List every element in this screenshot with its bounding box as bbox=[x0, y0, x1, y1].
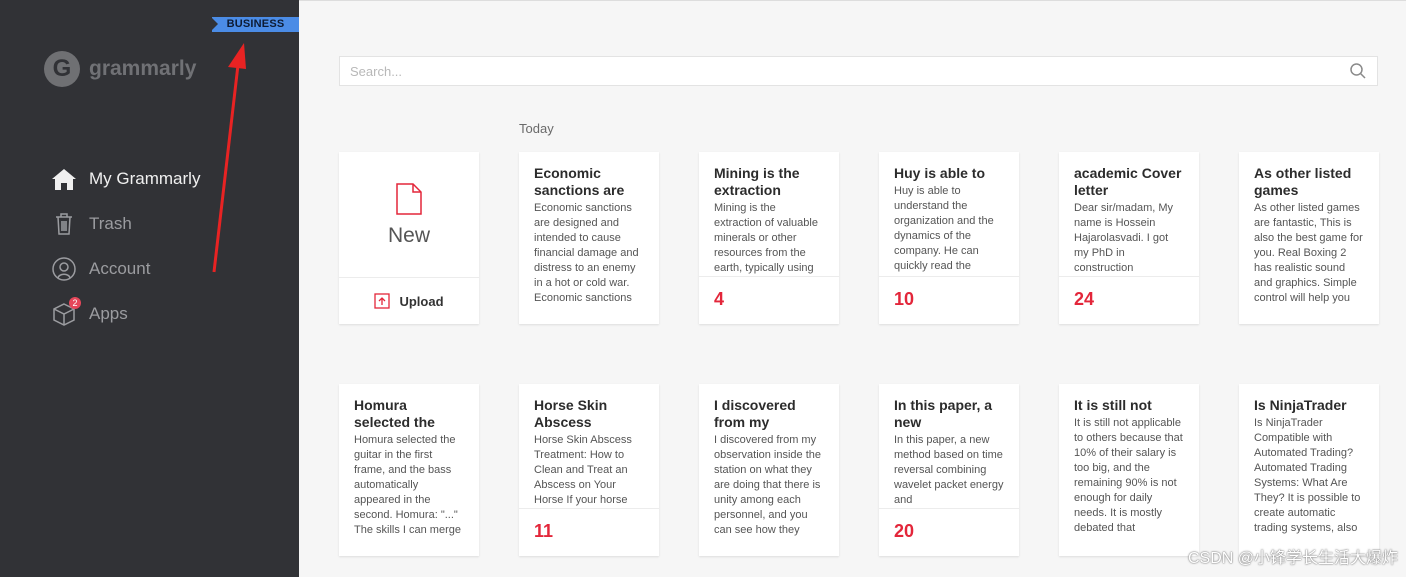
document-card[interactable]: In this paper, a new In this paper, a ne… bbox=[879, 384, 1019, 556]
document-footer: 10 bbox=[879, 276, 1019, 324]
document-card[interactable]: Economic sanctions are Economic sanction… bbox=[519, 152, 659, 324]
document-footer: 4 bbox=[699, 276, 839, 324]
sidebar-item-apps[interactable]: 2 Apps bbox=[51, 291, 200, 336]
document-title: In this paper, a new bbox=[894, 397, 993, 430]
document-excerpt: Is NinjaTrader Compatible with Automated… bbox=[1254, 417, 1361, 534]
document-card[interactable]: I discovered from my I discovered from m… bbox=[699, 384, 839, 556]
search-icon[interactable] bbox=[1349, 62, 1367, 80]
document-card[interactable]: Mining is the extraction Mining is the e… bbox=[699, 152, 839, 324]
sidebar-item-label: Account bbox=[89, 258, 151, 278]
new-document-button[interactable]: New bbox=[339, 152, 479, 278]
document-excerpt: Economic sanctions are designed and inte… bbox=[534, 202, 639, 304]
document-card[interactable]: Is NinjaTrader Is NinjaTrader Compatible… bbox=[1239, 384, 1379, 556]
document-title: Huy is able to bbox=[894, 165, 986, 181]
document-excerpt: Horse Skin Abscess Treatment: How to Cle… bbox=[534, 434, 632, 506]
document-excerpt: I discovered from my observation inside … bbox=[714, 434, 822, 536]
logo-text: grammarly bbox=[89, 57, 197, 80]
search-input[interactable] bbox=[340, 62, 1349, 80]
upload-button[interactable]: Upload bbox=[339, 278, 479, 324]
issue-count: 4 bbox=[714, 289, 725, 309]
document-card[interactable]: Homura selected the Homura selected the … bbox=[339, 384, 479, 556]
apps-count-badge: 2 bbox=[69, 296, 81, 309]
issue-count: 11 bbox=[534, 521, 554, 541]
issue-count: 10 bbox=[894, 289, 915, 309]
business-badge: BUSINESS bbox=[211, 17, 299, 32]
sidebar: BUSINESS G grammarly My Grammarly Trash … bbox=[0, 0, 299, 577]
document-title: I discovered from my bbox=[714, 397, 796, 430]
watermark: CSDN @小锋学长生活大爆炸 bbox=[1187, 550, 1398, 567]
sidebar-item-trash[interactable]: Trash bbox=[51, 201, 200, 246]
document-card[interactable]: It is still not It is still not applicab… bbox=[1059, 384, 1199, 556]
document-footer: 11 bbox=[519, 508, 659, 556]
document-excerpt: As other listed games are fantastic, Thi… bbox=[1254, 202, 1363, 304]
sidebar-item-label: My Grammarly bbox=[89, 168, 201, 188]
grammarly-logo[interactable]: G grammarly bbox=[44, 51, 196, 87]
document-excerpt: In this paper, a new method based on tim… bbox=[894, 434, 1004, 506]
document-title: academic Cover letter bbox=[1074, 165, 1182, 198]
upload-icon bbox=[374, 293, 391, 309]
section-label: Today bbox=[519, 121, 554, 136]
main-content: Today New Upload Economic sanctions are … bbox=[299, 0, 1406, 577]
document-footer: 24 bbox=[1059, 276, 1199, 324]
trash-icon bbox=[51, 211, 77, 237]
document-card[interactable]: As other listed games As other listed ga… bbox=[1239, 152, 1379, 324]
document-card[interactable]: Huy is able to Huy is able to understand… bbox=[879, 152, 1019, 324]
issue-count: 20 bbox=[894, 521, 915, 541]
document-title: Mining is the extraction bbox=[714, 165, 800, 198]
search-bar bbox=[339, 56, 1378, 86]
document-title: Economic sanctions are bbox=[534, 165, 625, 198]
sidebar-item-account[interactable]: Account bbox=[51, 246, 200, 291]
new-document-icon bbox=[396, 182, 422, 215]
sidebar-nav: My Grammarly Trash Account 2 Apps bbox=[51, 156, 200, 336]
document-excerpt: Homura selected the guitar in the first … bbox=[354, 434, 461, 536]
document-excerpt: Dear sir/madam, My name is Hossein Hajar… bbox=[1074, 202, 1174, 274]
document-card[interactable]: academic Cover letter Dear sir/madam, My… bbox=[1059, 152, 1199, 324]
document-title: As other listed games bbox=[1254, 165, 1352, 198]
sidebar-item-label: Trash bbox=[89, 213, 132, 233]
account-icon bbox=[51, 256, 77, 282]
home-icon bbox=[51, 166, 77, 192]
grammarly-logo-icon: G bbox=[44, 51, 80, 87]
document-title: Horse Skin Abscess bbox=[534, 397, 608, 430]
document-title: Homura selected the bbox=[354, 397, 435, 430]
new-document-card: New Upload bbox=[339, 152, 479, 324]
annotation-arrow bbox=[212, 43, 246, 273]
issue-count: 24 bbox=[1074, 289, 1095, 309]
document-excerpt: It is still not applicable to others bec… bbox=[1074, 417, 1183, 534]
document-title: It is still not bbox=[1074, 397, 1152, 413]
apps-icon: 2 bbox=[51, 296, 81, 327]
new-label: New bbox=[387, 223, 430, 247]
document-title: Is NinjaTrader bbox=[1254, 397, 1347, 413]
upload-label: Upload bbox=[399, 293, 444, 309]
sidebar-item-label: Apps bbox=[89, 303, 128, 323]
sidebar-item-my-grammarly[interactable]: My Grammarly bbox=[51, 156, 200, 201]
document-excerpt: Mining is the extraction of valuable min… bbox=[714, 202, 818, 274]
document-excerpt: Huy is able to understand the organizati… bbox=[894, 185, 994, 272]
document-footer: 20 bbox=[879, 508, 1019, 556]
document-card[interactable]: Horse Skin Abscess Horse Skin Abscess Tr… bbox=[519, 384, 659, 556]
